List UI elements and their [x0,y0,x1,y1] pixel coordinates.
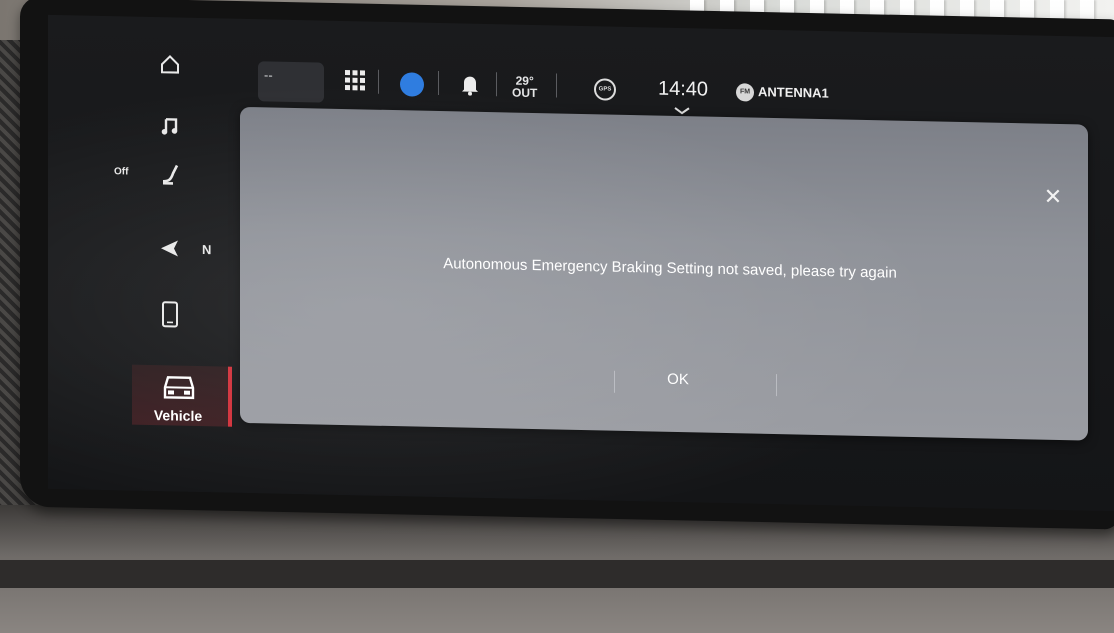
dialog-message: Autonomous Emergency Braking Setting not… [443,255,897,282]
close-icon[interactable]: ✕ [1040,184,1066,211]
temperature-label: OUT [512,85,538,101]
seat-heat-status: Off [114,166,129,178]
clock[interactable]: 14:40 [658,78,708,102]
heading-indicator: N [202,242,212,258]
gps-status: GPS [594,78,616,101]
notifications-button[interactable] [460,73,480,100]
sidebar-item-home[interactable] [138,39,202,90]
sidebar: Off N Vehicle [48,15,232,493]
home-icon [161,54,179,74]
status-separator [378,69,379,94]
dialog-button-separator [776,374,777,397]
user-profile-icon [400,72,424,97]
navigation-arrow-icon [161,240,178,257]
left-quick-pill[interactable]: -- [258,61,324,103]
fm-radio-icon: FM [736,83,754,102]
phone-icon [162,301,178,328]
radio-station[interactable]: FM ANTENNA1 [736,83,829,103]
sidebar-item-vehicle[interactable]: Vehicle [132,364,232,427]
music-note-icon [161,118,178,135]
ok-button[interactable]: OK [636,361,720,399]
notification-bell-icon [462,76,478,96]
sidebar-item-phone[interactable] [138,289,202,340]
status-separator [556,73,557,98]
apps-grid-icon [345,70,365,91]
gps-icon: GPS [594,78,616,101]
seat-heat-icon [162,164,179,185]
station-name: ANTENNA1 [758,84,829,101]
error-dialog: ✕ Autonomous Emergency Braking Setting n… [240,106,1088,441]
sidebar-vehicle-label: Vehicle [153,407,203,425]
user-profile-button[interactable] [400,72,424,97]
dialog-button-separator [614,370,615,393]
infotainment-screen: Off N Vehicle -- 29° OUT GPS 14:40 FM AN… [48,14,1114,512]
car-icon [163,376,195,400]
dashboard-trim-strip [0,560,1114,588]
sidebar-item-navigation[interactable] [138,223,202,274]
sidebar-item-media[interactable] [138,101,202,152]
sidebar-item-seat-heat[interactable] [140,149,204,200]
outside-temperature: 29° OUT [512,74,538,101]
status-separator [496,72,497,97]
status-separator [438,71,439,96]
apps-grid-button[interactable] [344,69,366,96]
